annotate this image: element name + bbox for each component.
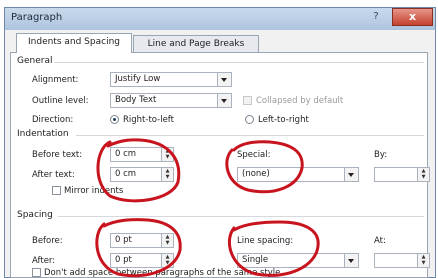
indentation-heading: Indentation — [17, 129, 69, 139]
special-select[interactable]: (none) — [237, 167, 359, 182]
special-value: (none) — [242, 169, 270, 179]
spinner-icon[interactable]: ▲ ▼ — [417, 254, 429, 267]
chevron-down-icon[interactable] — [217, 94, 231, 107]
spinner-icon[interactable]: ▲ ▼ — [161, 254, 173, 267]
spacing-before-label: Before: — [32, 236, 63, 246]
title-bar: Paragraph ? x — [5, 8, 435, 30]
after-text-value: 0 cm — [115, 169, 137, 179]
dont-add-space-checkbox[interactable] — [32, 268, 41, 277]
spacing-before-input[interactable]: 0 pt ▲ ▼ — [110, 233, 174, 248]
rtl-label: Right-to-left — [123, 115, 174, 125]
mirror-indents-label: Mirror indents — [64, 186, 124, 196]
spinner-icon[interactable]: ▲ ▼ — [417, 168, 429, 181]
tab-line-and-page-breaks[interactable]: Line and Page Breaks — [133, 35, 259, 53]
outline-level-select[interactable]: Body Text — [110, 93, 232, 108]
outline-level-label: Outline level: — [32, 96, 89, 106]
dialog-title: Paragraph — [11, 12, 63, 23]
chevron-down-icon[interactable] — [217, 73, 231, 86]
general-heading: General — [17, 56, 53, 66]
line-spacing-label: Line spacing: — [237, 236, 294, 246]
spacing-before-value: 0 pt — [115, 235, 132, 245]
ltr-radio[interactable] — [245, 115, 254, 124]
before-text-label: Before text: — [32, 150, 83, 160]
spacing-heading: Spacing — [17, 210, 53, 220]
after-text-label: After text: — [32, 170, 75, 180]
mirror-indents-checkbox[interactable] — [52, 186, 61, 195]
dont-add-space-label: Don't add space between paragraphs of th… — [44, 268, 281, 278]
spacing-after-value: 0 pt — [115, 255, 132, 265]
before-text-input[interactable]: 0 cm ▲ ▼ — [110, 147, 174, 162]
at-label: At: — [374, 236, 386, 246]
chevron-down-icon[interactable] — [344, 168, 358, 181]
line-spacing-value: Single — [242, 255, 269, 265]
collapsed-label: Collapsed by default — [256, 96, 344, 106]
outline-level-value: Body Text — [115, 95, 157, 105]
help-button[interactable]: ? — [363, 9, 389, 25]
spacing-after-label: After: — [32, 256, 56, 266]
collapsed-checkbox[interactable] — [243, 96, 252, 105]
chevron-down-icon[interactable] — [344, 254, 358, 267]
direction-label: Direction: — [32, 115, 74, 125]
after-text-input[interactable]: 0 cm ▲ ▼ — [110, 167, 174, 182]
at-input[interactable]: ▲ ▼ — [374, 253, 430, 268]
spacing-after-input[interactable]: 0 pt ▲ ▼ — [110, 253, 174, 268]
alignment-value: Justify Low — [115, 74, 161, 84]
close-button[interactable]: x — [392, 8, 433, 26]
rtl-radio[interactable] — [110, 115, 119, 124]
by-label: By: — [374, 150, 388, 160]
spinner-icon[interactable]: ▲ ▼ — [161, 148, 173, 161]
spacing-divider — [58, 216, 424, 217]
line-spacing-select[interactable]: Single — [237, 253, 359, 268]
indentation-divider — [76, 135, 424, 136]
before-text-value: 0 cm — [115, 149, 137, 159]
ltr-label: Left-to-right — [258, 115, 309, 125]
tab-indents-and-spacing[interactable]: Indents and Spacing — [16, 33, 132, 53]
alignment-label: Alignment: — [32, 75, 79, 85]
general-divider — [54, 62, 424, 63]
alignment-select[interactable]: Justify Low — [110, 72, 232, 87]
by-input[interactable]: ▲ ▼ — [374, 167, 430, 182]
spinner-icon[interactable]: ▲ ▼ — [161, 234, 173, 247]
special-label: Special: — [237, 150, 271, 160]
spinner-icon[interactable]: ▲ ▼ — [161, 168, 173, 181]
